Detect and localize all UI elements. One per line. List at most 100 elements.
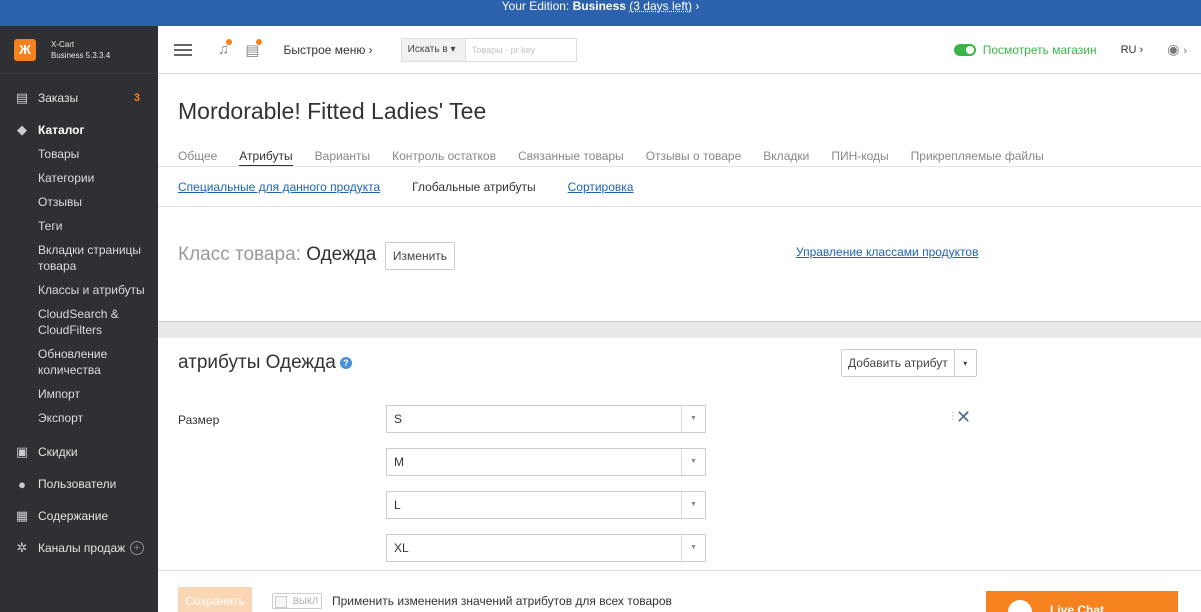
bell-icon[interactable]: ♫ — [218, 39, 233, 58]
tab-variants[interactable]: Варианты — [315, 149, 370, 167]
sidebar-item-label: Скидки — [38, 445, 78, 459]
notification-dot — [226, 39, 233, 45]
channels-icon: ✲ — [16, 540, 28, 555]
subtab-product-specific[interactable]: Специальные для данного продукта — [178, 180, 380, 194]
trial-days: (3 days left) — [629, 0, 692, 13]
search-scope-select[interactable]: Искать в ▾ — [401, 38, 466, 61]
tab-divider — [158, 166, 1201, 167]
dropdown-arrow-icon[interactable]: ▼ — [681, 535, 705, 561]
attribute-value-field[interactable]: S ▼ — [386, 405, 706, 433]
sidebar-item-content[interactable]: ▦ Содержание — [0, 500, 158, 532]
live-chat-button[interactable]: Live Chat — [986, 591, 1178, 612]
sidebar-item-orders[interactable]: ▤ Заказы 3 — [0, 82, 158, 114]
tab-tabs[interactable]: Вкладки — [763, 149, 809, 167]
attribute-value: L — [394, 498, 401, 512]
sidebar-subitem-reviews[interactable]: Отзывы — [0, 194, 158, 210]
add-channel-icon[interactable]: + — [130, 541, 144, 555]
edition-prefix: Your Edition: — [501, 0, 573, 13]
sidebar-item-label: Заказы — [38, 91, 79, 105]
product-panel: Mordorable! Fitted Ladies' Tee Общее Атр… — [158, 74, 1201, 322]
edition-banner[interactable]: Your Edition: Business (3 days left) › — [0, 0, 1201, 26]
sidebar-item-discounts[interactable]: ▣ Скидки — [0, 436, 158, 468]
product-class-value: Одежда — [306, 244, 377, 265]
change-class-button[interactable]: Изменить — [385, 242, 455, 270]
search-box: Искать в ▾ — [400, 37, 577, 62]
tab-product-reviews[interactable]: Отзывы о товаре — [646, 149, 742, 167]
close-icon[interactable]: ✕ — [956, 407, 971, 428]
tab-attributes[interactable]: Атрибуты — [239, 149, 293, 167]
search-input[interactable] — [465, 38, 576, 61]
content-icon: ▦ — [15, 508, 29, 523]
subtab-global-attributes[interactable]: Глобальные атрибуты — [412, 180, 535, 194]
page-title: Mordorable! Fitted Ladies' Tee — [178, 98, 487, 124]
attribute-value: S — [394, 412, 403, 426]
sidebar-item-label: Пользователи — [38, 477, 117, 491]
sidebar-subitem-categories[interactable]: Категории — [0, 170, 158, 186]
sidebar-subitem-cloudsearch[interactable]: CloudSearch & CloudFilters — [0, 306, 158, 338]
attribute-value-field[interactable]: L ▼ — [386, 491, 706, 519]
sidebar-subitem-tags[interactable]: Теги — [0, 218, 158, 234]
save-button[interactable]: Сохранить — [178, 587, 252, 612]
view-store-link[interactable]: Посмотреть магазин — [953, 42, 1097, 57]
brand-version: Business 5.3.3.4 — [51, 50, 111, 60]
attributes-title-text: атрибуты Одежда — [178, 352, 336, 373]
attributes-panel: атрибуты Одежда? Добавить атрибут ▾ Разм… — [158, 338, 1201, 570]
sidebar-subitem-import[interactable]: Импорт — [0, 386, 158, 402]
top-header: ♫ ▤ Быстрое меню › Искать в ▾ Посмотреть… — [158, 26, 1201, 74]
tab-related-products[interactable]: Связанные товары — [518, 149, 624, 167]
product-class: Класс товара: Одежда — [178, 244, 376, 266]
help-icon[interactable]: ? — [339, 356, 352, 369]
quick-menu[interactable]: Быстрое меню › — [283, 43, 372, 57]
xcart-logo-icon: Ж — [14, 38, 36, 61]
store-toggle-icon[interactable] — [953, 43, 976, 56]
sidebar-item-label: Каналы продаж — [38, 541, 126, 555]
chevron-right-icon: › — [1183, 45, 1187, 57]
sidebar-subitem-product-tabs[interactable]: Вкладки страницы товара — [0, 242, 158, 274]
user-menu[interactable]: ◉ › — [1167, 41, 1187, 58]
dropdown-arrow-icon[interactable]: ▼ — [681, 492, 705, 518]
attribute-value-field[interactable]: M ▼ — [386, 448, 706, 476]
apply-all-switch[interactable]: ВЫКЛ — [272, 593, 322, 609]
hamburger-menu-icon[interactable] — [174, 41, 192, 59]
sidebar-subitem-export[interactable]: Экспорт — [0, 410, 158, 426]
calendar-icon[interactable]: ▤ — [245, 38, 263, 59]
subtab-divider — [158, 206, 1201, 207]
attribute-value: M — [394, 455, 404, 469]
product-tabs: Общее Атрибуты Варианты Контроль остатко… — [178, 149, 1066, 167]
add-attribute-control: Добавить атрибут ▾ — [841, 349, 977, 377]
notification-dot — [256, 38, 263, 45]
user-avatar-icon: ◉ — [1167, 41, 1180, 57]
brand-name: X-Cart — [51, 39, 75, 49]
attribute-name-size: Размер — [178, 413, 220, 427]
tab-inventory[interactable]: Контроль остатков — [392, 149, 496, 167]
sidebar-item-catalog[interactable]: ◆ Каталог — [0, 114, 158, 146]
sidebar-subitem-products[interactable]: Товары — [0, 146, 158, 162]
view-store-label: Посмотреть магазин — [982, 42, 1097, 57]
tab-general[interactable]: Общее — [178, 149, 217, 167]
tags-icon: ◆ — [17, 122, 27, 137]
sidebar-item-sales-channels[interactable]: ✲ Каналы продаж + — [0, 532, 158, 564]
add-attribute-dropdown[interactable]: ▾ — [953, 350, 976, 376]
sidebar-subitem-update-quantity[interactable]: Обновление количества — [0, 346, 158, 378]
language-select[interactable]: RU › — [1121, 44, 1144, 56]
dropdown-arrow-icon[interactable]: ▼ — [681, 449, 705, 475]
attributes-title: атрибуты Одежда? — [178, 352, 352, 374]
orders-count-badge: 3 — [133, 92, 140, 104]
tab-pin-codes[interactable]: ПИН-коды — [831, 149, 888, 167]
chevron-right-icon: › — [695, 0, 700, 13]
edition-name: Business — [572, 0, 626, 13]
add-attribute-button[interactable]: Добавить атрибут — [842, 350, 954, 376]
chat-icon — [1008, 600, 1032, 612]
sidebar-subitem-classes-attributes[interactable]: Классы и атрибуты — [0, 282, 158, 298]
subtab-sorting[interactable]: Сортировка — [568, 180, 634, 194]
attribute-subtabs: Специальные для данного продукта Глобаль… — [178, 180, 665, 194]
dropdown-arrow-icon[interactable]: ▼ — [681, 406, 705, 432]
brand[interactable]: Ж X-Cart Business 5.3.3.4 — [0, 26, 158, 74]
tab-attachments[interactable]: Прикрепляемые файлы — [911, 149, 1044, 167]
manage-product-classes-link[interactable]: Управление классами продуктов — [796, 245, 978, 259]
users-icon: ● — [18, 476, 26, 492]
attribute-value: XL — [394, 541, 409, 555]
sidebar-item-users[interactable]: ● Пользователи — [0, 468, 158, 500]
orders-icon: ▤ — [15, 90, 29, 105]
attribute-value-field[interactable]: XL ▼ — [386, 534, 706, 562]
